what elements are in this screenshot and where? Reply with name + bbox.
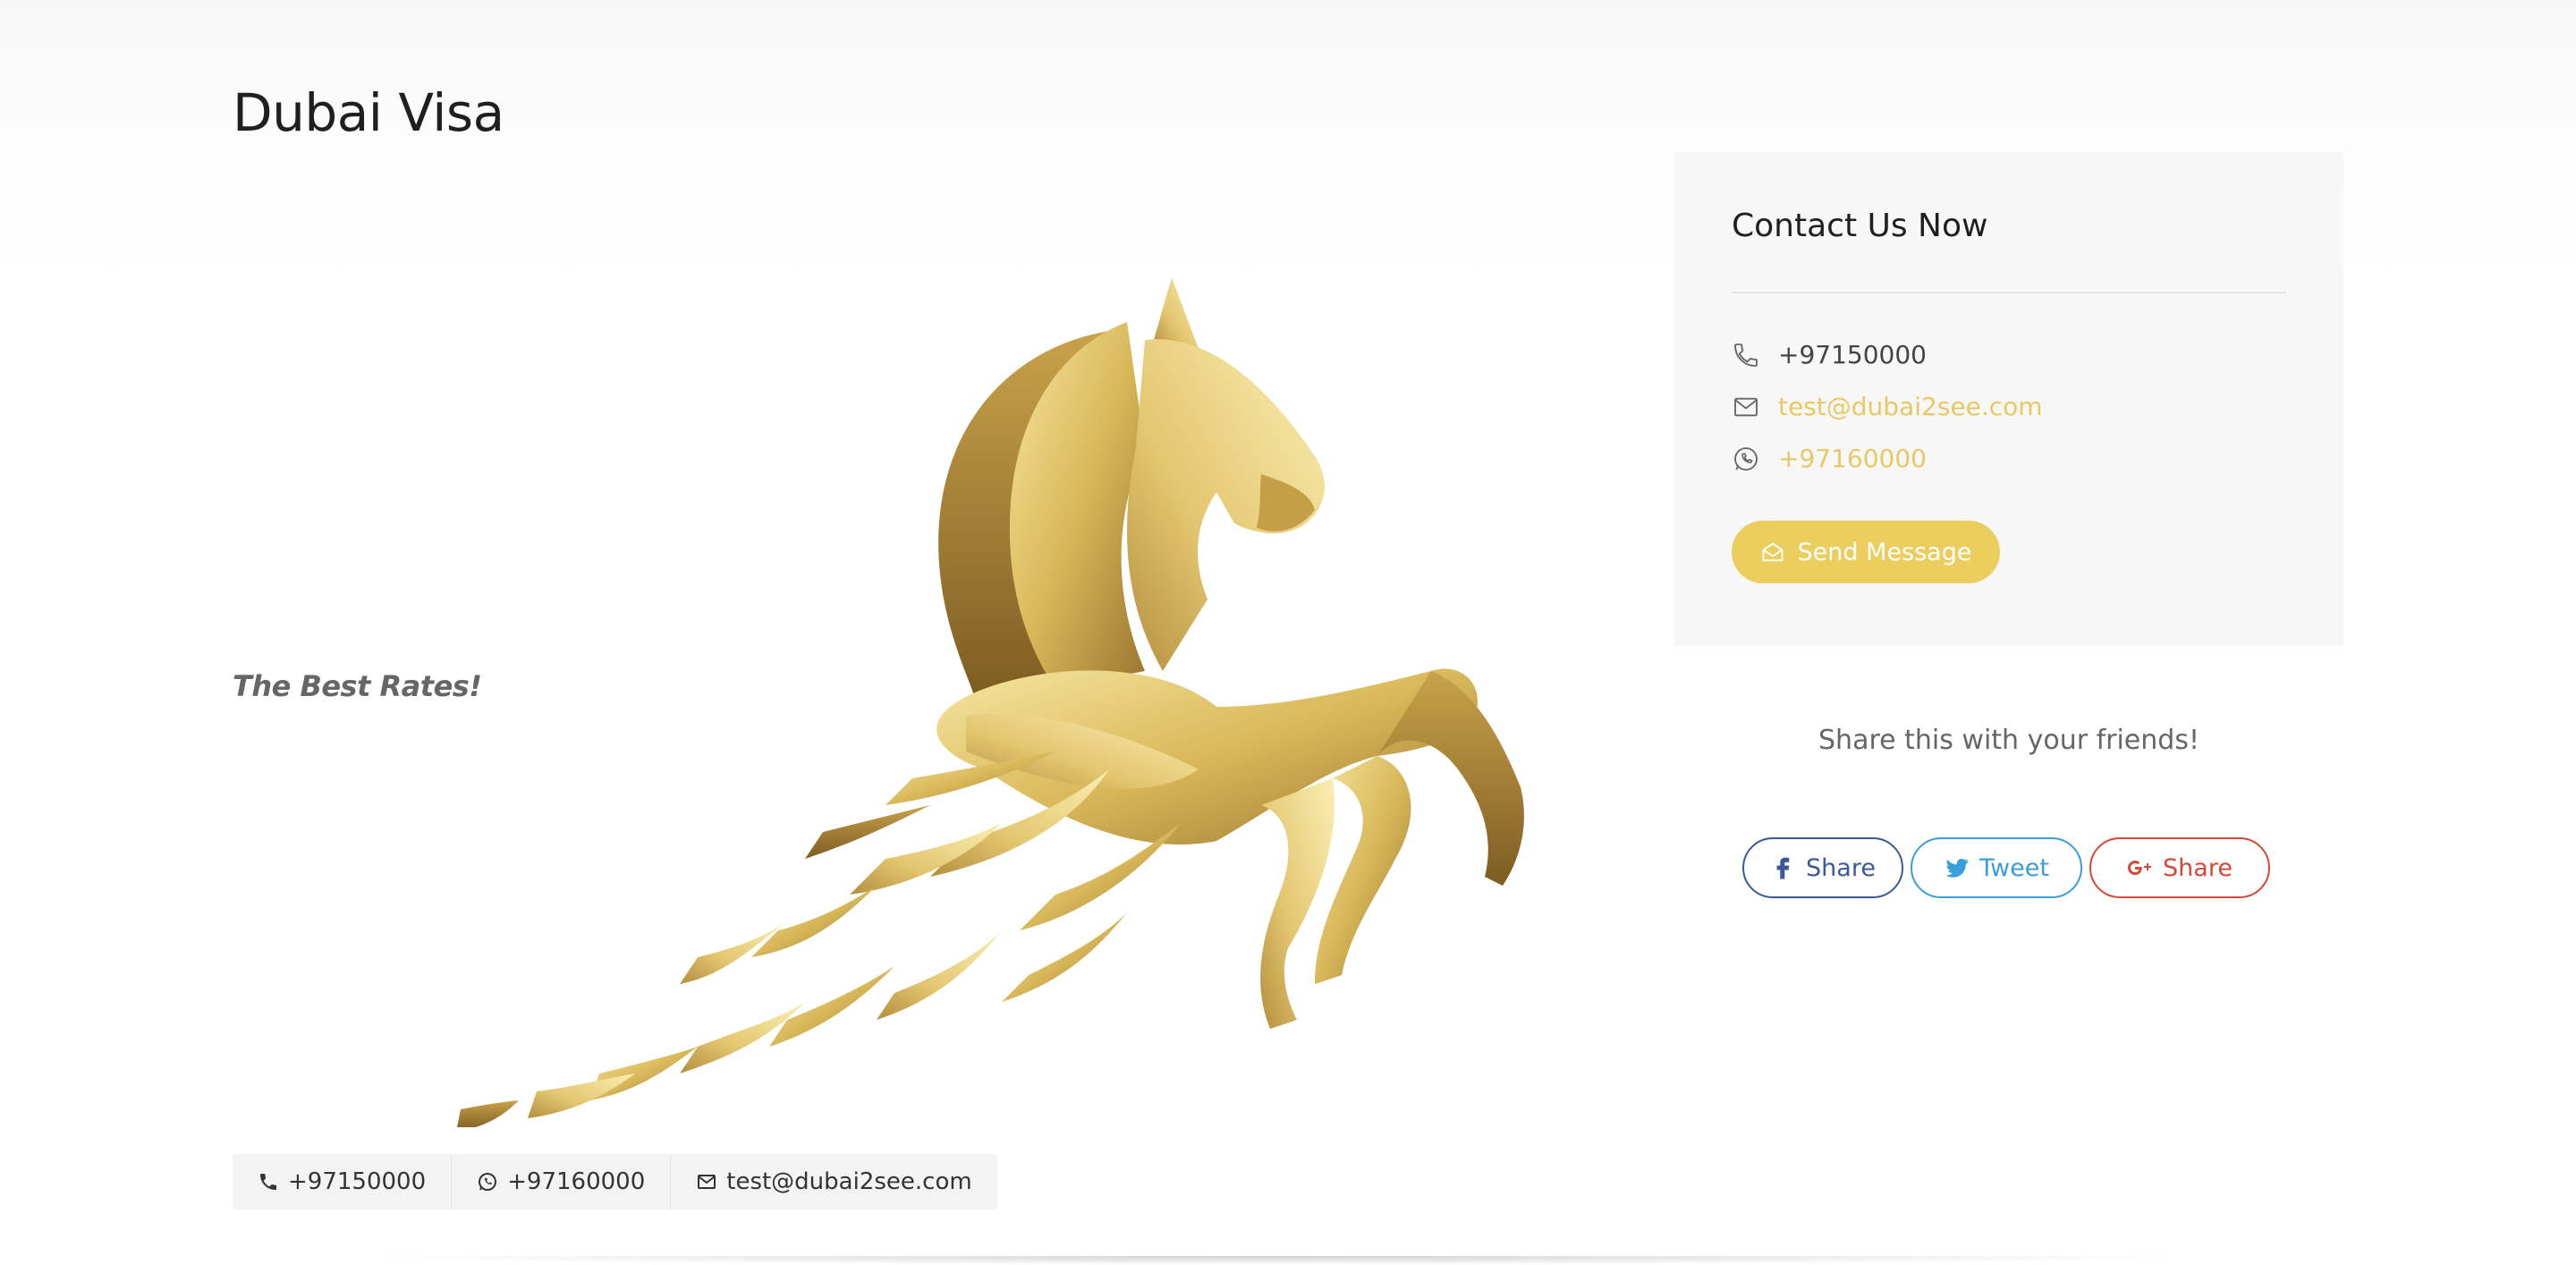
google-plus-share-label: Share: [2163, 853, 2233, 882]
contact-card-email: test@dubai2see.com: [1732, 392, 2043, 421]
facebook-icon: [1776, 857, 1790, 879]
twitter-tweet-button[interactable]: Tweet: [1911, 837, 2082, 898]
contact-bar-phone[interactable]: +97150000: [233, 1154, 453, 1210]
facebook-share-button[interactable]: Share: [1742, 837, 1903, 898]
twitter-icon: [1945, 858, 1969, 878]
share-heading: Share this with your friends!: [1818, 725, 2199, 756]
contact-bar-phone-text: +97150000: [288, 1168, 427, 1195]
contact-card-whatsapp: +97160000: [1732, 444, 1927, 473]
contact-bar-email-text: test@dubai2see.com: [726, 1168, 972, 1195]
phone-icon: [1734, 343, 1758, 367]
contact-card-whatsapp-link[interactable]: +97160000: [1778, 444, 1927, 473]
divider: [1732, 292, 2286, 293]
share-buttons: Share Tweet Share: [1742, 837, 2270, 898]
footer-shadow: [358, 1256, 2200, 1265]
contact-card-title: Contact Us Now: [1732, 208, 1988, 244]
envelope-open-icon: [1762, 542, 1783, 562]
facebook-share-label: Share: [1806, 853, 1876, 882]
envelope-icon: [1734, 397, 1758, 416]
twitter-tweet-label: Tweet: [1979, 853, 2049, 882]
contact-card-phone-text: +97150000: [1778, 340, 1927, 369]
google-plus-icon: [2128, 861, 2152, 875]
phone-icon: [260, 1174, 276, 1190]
contact-bar-email[interactable]: test@dubai2see.com: [671, 1154, 996, 1210]
contact-bar: +97150000 +97160000 test@dubai2see.com: [233, 1154, 997, 1210]
contact-card-email-link[interactable]: test@dubai2see.com: [1778, 392, 2043, 421]
envelope-icon: [698, 1175, 716, 1189]
golden-horse-image: [457, 277, 1524, 1127]
whatsapp-icon: [479, 1173, 497, 1191]
whatsapp-icon: [1734, 446, 1758, 471]
contact-bar-whatsapp[interactable]: +97160000: [452, 1154, 672, 1210]
send-message-label: Send Message: [1797, 538, 1972, 566]
page-title: Dubai Visa: [233, 82, 504, 143]
contact-bar-whatsapp-text: +97160000: [507, 1168, 646, 1195]
google-plus-share-button[interactable]: Share: [2089, 837, 2270, 898]
contact-card: Contact Us Now +97150000 test@dubai2see.…: [1674, 152, 2343, 646]
send-message-button[interactable]: Send Message: [1732, 521, 2000, 583]
contact-card-phone: +97150000: [1732, 340, 1927, 369]
